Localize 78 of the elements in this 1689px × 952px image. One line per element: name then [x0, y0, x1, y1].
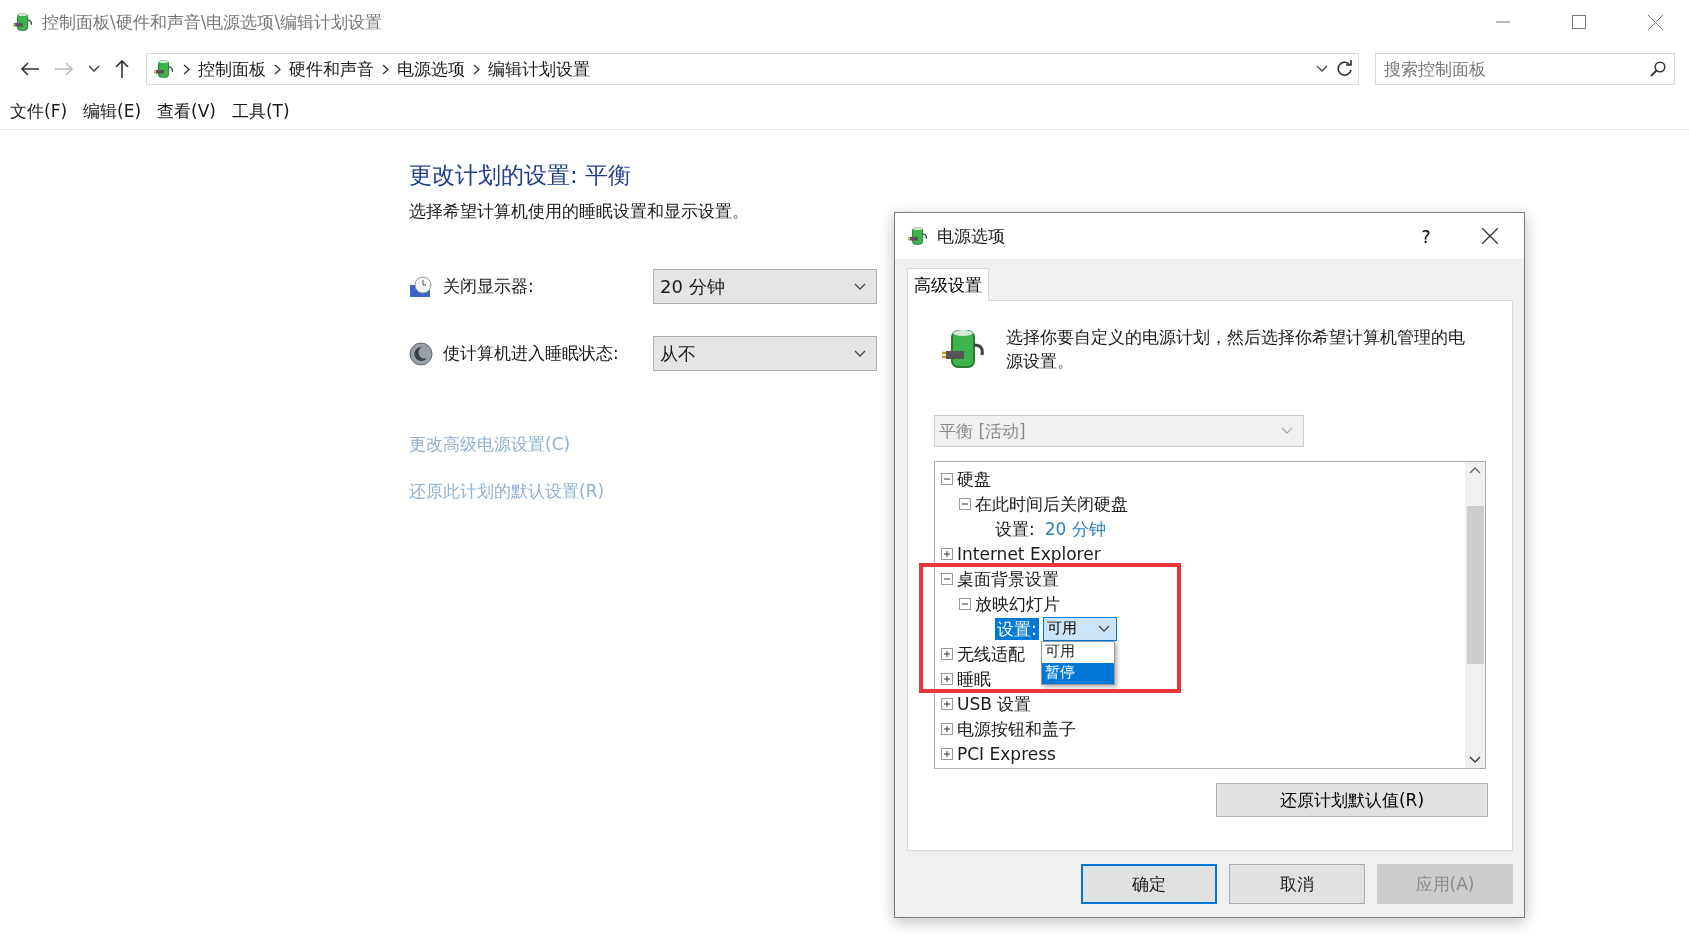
battery-plug-icon — [907, 225, 929, 247]
menu-item[interactable]: 工具(T) — [231, 100, 290, 123]
collapse-icon[interactable] — [959, 597, 971, 610]
close-icon — [1482, 228, 1498, 244]
setting-value[interactable]: 20 分钟 — [1044, 519, 1106, 538]
chevron-down-icon — [1469, 756, 1481, 764]
collapse-icon[interactable] — [959, 497, 971, 510]
menu-item[interactable]: 编辑(E) — [83, 100, 142, 123]
expand-icon[interactable] — [941, 647, 953, 660]
up-arrow-icon — [114, 59, 130, 79]
page-heading: 更改计划的设置: 平衡 — [409, 161, 633, 190]
setting-label: 使计算机进入睡眠状态: — [443, 342, 619, 365]
expand-icon[interactable] — [941, 547, 953, 560]
moon-icon — [409, 341, 433, 366]
back-arrow-icon — [20, 61, 40, 77]
expand-icon[interactable] — [941, 722, 953, 735]
menu-item[interactable]: 查看(V) — [157, 100, 216, 123]
battery-plug-icon — [153, 58, 175, 80]
dialog-description: 选择你要自定义的电源计划，然后选择你希望计算机管理的电源设置。 — [1006, 326, 1466, 373]
page-subtitle: 选择希望计算机使用的睡眠设置和显示设置。 — [409, 200, 750, 223]
setting-label: 设置: — [995, 519, 1035, 538]
restore-defaults-button[interactable]: 还原计划默认值(R) — [1216, 783, 1488, 817]
chevron-up-icon — [1469, 466, 1481, 474]
tab[interactable]: 高级设置 — [907, 268, 989, 301]
breadcrumb[interactable]: 硬件和声音 — [289, 57, 374, 81]
collapse-icon[interactable] — [941, 572, 953, 585]
battery-plug-icon — [12, 11, 34, 33]
tree-item[interactable]: 睡眠 — [957, 669, 991, 688]
minimize-icon — [1496, 21, 1510, 23]
chevron-right-icon — [274, 63, 281, 75]
tree-item[interactable]: PCI Express — [957, 744, 1056, 763]
chevron-right-icon — [473, 63, 480, 75]
window-title: 控制面板\硬件和声音\电源选项\编辑计划设置 — [42, 10, 384, 34]
help-button[interactable]: ? — [1406, 218, 1446, 254]
chevron-right-icon — [382, 63, 389, 75]
tree-item[interactable]: 桌面背景设置 — [957, 569, 1059, 588]
expand-icon[interactable] — [941, 697, 953, 710]
chevron-down-icon — [854, 282, 866, 291]
dropdown-option[interactable]: 暂停 — [1042, 663, 1114, 684]
setting-dropdown[interactable]: 20 分钟 — [653, 269, 877, 304]
tree-item[interactable]: 硬盘 — [957, 469, 991, 488]
chevron-down-icon — [854, 349, 866, 358]
tree-item[interactable]: 电源按钮和盖子 — [957, 719, 1076, 738]
setting-dropdown[interactable]: 可用 — [1042, 616, 1117, 641]
chevron-down-icon — [88, 65, 100, 73]
forward-arrow-icon — [54, 61, 74, 77]
tree-item[interactable]: Internet Explorer — [957, 544, 1101, 563]
tree-item[interactable]: USB 设置 — [957, 694, 1032, 713]
dropdown-option[interactable]: 可用 — [1042, 642, 1114, 663]
chevron-down-icon — [1316, 65, 1328, 73]
breadcrumb[interactable]: 控制面板 — [198, 57, 266, 81]
breadcrumb[interactable]: 电源选项 — [397, 57, 465, 81]
menu-item[interactable]: 文件(F) — [10, 100, 68, 123]
scrollbar-thumb[interactable] — [1466, 506, 1484, 664]
expand-icon[interactable] — [941, 747, 953, 760]
setting-label: 设置: — [995, 617, 1039, 640]
scrollbar[interactable] — [1465, 462, 1485, 768]
chevron-down-icon — [1097, 624, 1110, 633]
chevron-right-icon — [183, 63, 190, 75]
dialog-title: 电源选项 — [937, 224, 1006, 248]
maximize-icon — [1572, 15, 1586, 29]
setting-dropdown[interactable]: 从不 — [653, 336, 877, 371]
setting-label: 关闭显示器: — [443, 275, 534, 298]
collapse-icon[interactable] — [941, 472, 953, 485]
tree-item[interactable]: 在此时间后关闭硬盘 — [975, 494, 1128, 513]
search-field[interactable]: 搜索控制面板 — [1375, 53, 1675, 85]
monitor-clock-icon — [409, 274, 433, 299]
tree-item[interactable]: 放映幻灯片 — [975, 594, 1060, 613]
chevron-down-icon — [1281, 427, 1293, 435]
expand-icon[interactable] — [941, 672, 953, 685]
search-icon[interactable] — [1650, 61, 1666, 77]
close-icon — [1647, 14, 1663, 30]
breadcrumb[interactable]: 编辑计划设置 — [488, 57, 590, 81]
dialog-button[interactable]: 取消 — [1229, 864, 1365, 904]
address-bar[interactable]: 控制面板 硬件和声音 电源选项 编辑计划设置 — [146, 53, 1359, 85]
refresh-icon[interactable] — [1336, 60, 1354, 78]
tree-item[interactable]: 无线适配 — [957, 644, 1025, 663]
dialog-button[interactable]: 确定 — [1081, 864, 1217, 904]
